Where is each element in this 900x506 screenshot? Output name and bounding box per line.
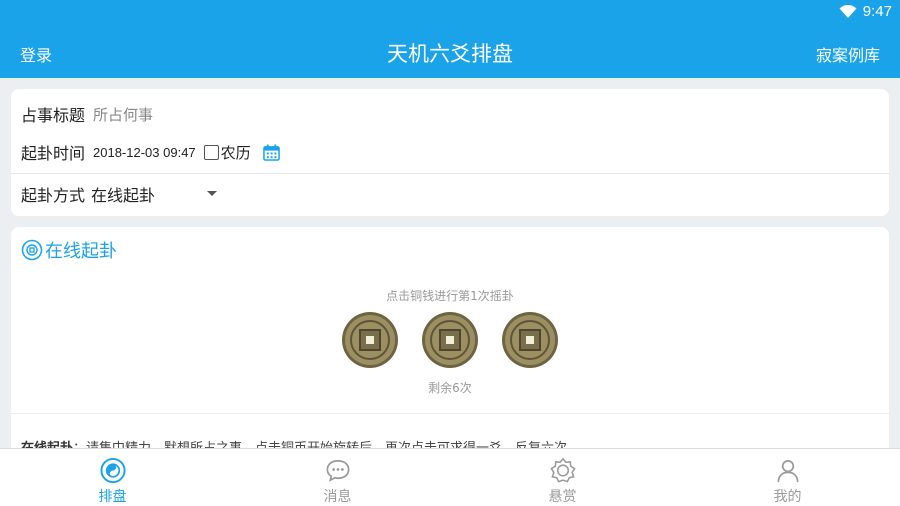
copper-coin-3[interactable] (501, 311, 559, 369)
chevron-down-icon[interactable] (207, 191, 218, 196)
shake-hint: 点击铜钱进行第1次摇卦 (386, 289, 514, 303)
lunar-checkbox[interactable] (203, 144, 219, 160)
online-header: 在线起卦 (21, 237, 117, 263)
subject-label: 占事标题 (21, 106, 86, 125)
calendar-icon[interactable] (262, 143, 280, 161)
online-title: 在线起卦 (45, 241, 117, 262)
tab-label: 消息 (323, 489, 352, 505)
copper-coin-1[interactable] (341, 311, 399, 369)
tab-paipan[interactable]: 排盘 (0, 449, 225, 506)
tab-label: 我的 (773, 489, 802, 505)
tab-label: 排盘 (98, 489, 127, 505)
subject-input[interactable]: 所占何事 (93, 104, 153, 125)
method-row[interactable]: 起卦方式 在线起卦 (11, 173, 889, 213)
divination-form: 占事标题 所占何事 起卦时间 2018-12-03 09:47 农历 起卦方式 … (11, 89, 889, 216)
message-icon (326, 459, 349, 482)
subject-row: 占事标题 所占何事 (21, 99, 879, 129)
coin-group (11, 311, 889, 369)
lunar-label: 农历 (220, 143, 251, 162)
online-divination-panel: 在线起卦 点击铜钱进行第1次摇卦 剩余6次 在线起卦：请集中精力，默想所占之事，… (11, 227, 889, 457)
method-select[interactable]: 在线起卦 (91, 182, 155, 206)
tab-label: 悬赏 (548, 489, 577, 505)
status-time: 9:47 (862, 3, 892, 20)
copper-coin-2[interactable] (421, 311, 479, 369)
login-button[interactable]: 登录 (20, 42, 52, 66)
status-bar: 9:47 (839, 3, 892, 20)
reward-icon (549, 457, 576, 483)
time-value[interactable]: 2018-12-03 09:47 (93, 145, 196, 160)
method-label: 起卦方式 (21, 185, 86, 205)
time-label: 起卦时间 (21, 144, 86, 163)
time-row: 起卦时间 2018-12-03 09:47 农历 (21, 137, 879, 167)
tab-profile[interactable]: 我的 (675, 449, 900, 506)
app-header: 9:47 登录 天机六爻排盘 寂案例库 (0, 0, 900, 78)
user-icon (776, 459, 799, 483)
bagua-icon (99, 457, 126, 484)
bottom-tab-bar: 排盘 消息 悬赏 我的 (0, 448, 900, 506)
coin-spin-icon (21, 239, 43, 261)
case-library-button[interactable]: 寂案例库 (816, 42, 880, 66)
wifi-icon (839, 4, 857, 18)
page-title: 天机六爻排盘 (387, 42, 513, 66)
remaining-count: 剩余6次 (428, 381, 472, 395)
tab-reward[interactable]: 悬赏 (450, 449, 675, 506)
divider (11, 413, 889, 414)
tab-messages[interactable]: 消息 (225, 449, 450, 506)
